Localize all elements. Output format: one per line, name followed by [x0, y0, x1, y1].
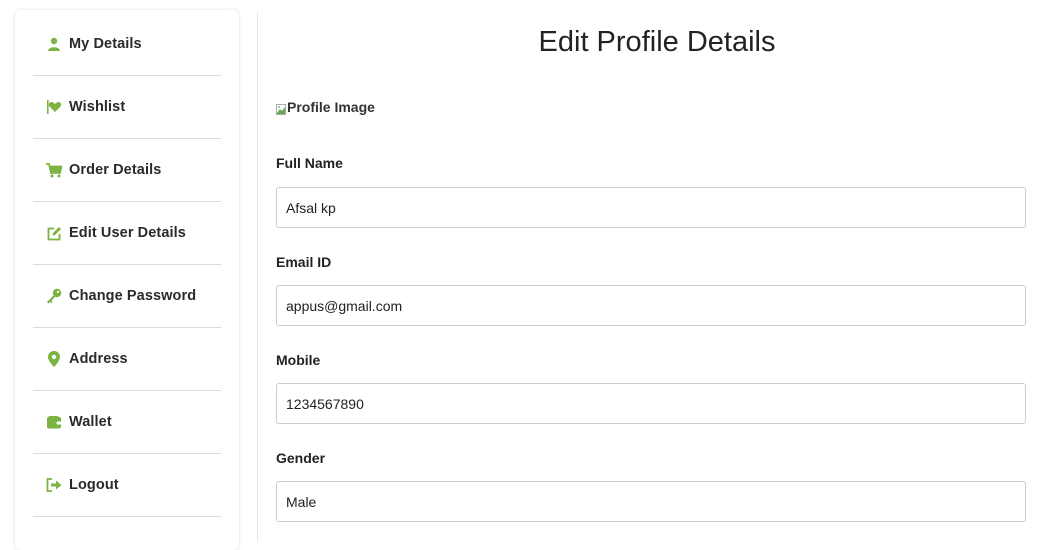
sidebar: My Details Wishlist Order Details Edit U… [15, 10, 239, 550]
sidebar-item-wishlist[interactable]: Wishlist [33, 76, 221, 139]
page-title: Edit Profile Details [538, 26, 776, 58]
sidebar-item-change-password[interactable]: Change Password [33, 265, 221, 328]
sidebar-item-my-details[interactable]: My Details [33, 13, 221, 76]
sidebar-item-label: Address [69, 351, 128, 367]
map-pin-icon [46, 351, 62, 367]
sidebar-item-label: Change Password [69, 288, 197, 304]
logout-icon [46, 477, 62, 493]
sidebar-item-label: Wallet [69, 414, 112, 430]
mobile-label: Mobile [276, 352, 321, 368]
full-name-label: Full Name [276, 155, 343, 171]
edit-icon [46, 225, 62, 241]
full-name-input[interactable] [276, 187, 1026, 228]
sidebar-item-label: Wishlist [69, 99, 126, 115]
profile-image: Profile Image [276, 99, 375, 115]
heart-flag-icon [46, 99, 62, 115]
content-divider [257, 12, 258, 542]
gender-input[interactable] [276, 481, 1026, 522]
user-icon [46, 36, 62, 52]
sidebar-item-label: Edit User Details [69, 225, 186, 241]
sidebar-item-order-details[interactable]: Order Details [33, 139, 221, 202]
mobile-input[interactable] [276, 383, 1026, 424]
wallet-icon [46, 414, 62, 430]
sidebar-item-label: Order Details [69, 162, 162, 178]
gender-label: Gender [276, 450, 326, 466]
sidebar-item-edit-user-details[interactable]: Edit User Details [33, 202, 221, 265]
email-input[interactable] [276, 285, 1026, 326]
broken-image-icon [276, 102, 286, 115]
sidebar-item-label: My Details [69, 36, 142, 52]
sidebar-item-logout[interactable]: Logout [33, 454, 221, 517]
email-label: Email ID [276, 254, 332, 270]
key-icon [46, 288, 62, 304]
sidebar-item-label: Logout [69, 477, 119, 493]
sidebar-item-wallet[interactable]: Wallet [33, 391, 221, 454]
cart-icon [46, 162, 62, 178]
sidebar-item-address[interactable]: Address [33, 328, 221, 391]
profile-image-alt-text: Profile Image [287, 99, 375, 115]
